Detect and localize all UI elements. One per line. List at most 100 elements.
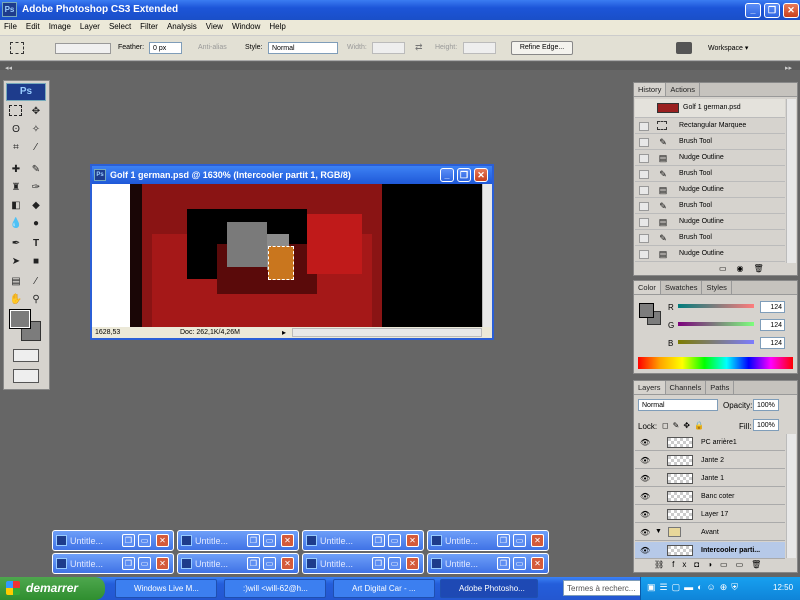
height-input[interactable] — [463, 42, 496, 54]
path-selection-icon[interactable]: ➤ — [8, 255, 24, 269]
notes-tool-icon[interactable]: ▤ — [8, 275, 24, 289]
eye-icon[interactable]: 👁 — [640, 456, 650, 465]
history-item[interactable]: ▤ Nudge Outline — [635, 247, 785, 262]
history-snapshot[interactable]: Golf 1 german.psd — [635, 99, 785, 118]
menu-filter[interactable]: Filter — [136, 20, 163, 31]
history-item[interactable]: ▤ Nudge Outline — [635, 183, 785, 198]
eye-icon[interactable]: 👁 — [640, 492, 650, 501]
eye-icon[interactable]: 👁 — [640, 510, 650, 519]
foreground-color-swatch[interactable] — [9, 309, 31, 329]
refine-edge-button[interactable]: Refine Edge... — [511, 41, 573, 55]
task-photoshop[interactable]: Adobe Photosho... — [440, 579, 538, 598]
history-item[interactable]: Rectangular Marquee — [635, 119, 785, 134]
brush-tool-icon[interactable]: ✎ — [28, 163, 44, 177]
eraser-tool-icon[interactable]: ◧ — [8, 199, 24, 213]
menu-help[interactable]: Help — [265, 20, 290, 31]
tab-color[interactable]: Color — [634, 281, 661, 294]
r-slider[interactable] — [678, 304, 754, 308]
history-scrollbar[interactable] — [786, 99, 796, 263]
tab-layers[interactable]: Layers — [634, 381, 666, 394]
quick-mask-icon[interactable] — [13, 349, 39, 362]
tab-history[interactable]: History — [634, 83, 667, 96]
layer-row[interactable]: 👁 Layer 17 — [635, 506, 785, 523]
doc-minimize-button[interactable]: _ — [440, 168, 454, 182]
blur-tool-icon[interactable]: 💧 — [8, 217, 24, 231]
feather-input[interactable]: 0 px — [149, 42, 182, 54]
tab-styles[interactable]: Styles — [702, 281, 732, 294]
status-menu-arrow-icon[interactable]: ▸ — [282, 328, 286, 337]
vertical-scrollbar[interactable] — [482, 184, 492, 327]
history-item[interactable]: ✎ Brush Tool — [635, 199, 785, 214]
magic-wand-icon[interactable]: ✧ — [28, 123, 44, 137]
eye-icon[interactable]: 👁 — [640, 474, 650, 483]
start-button[interactable]: demarrer — [0, 577, 105, 600]
layer-group-row[interactable]: 👁 ▼ Avant — [635, 524, 785, 541]
minimized-document[interactable]: Untitle... ❐ ▭ ✕ — [302, 553, 424, 574]
lock-icons[interactable]: ◻✎✥🔒 — [662, 421, 708, 430]
eye-icon[interactable]: 👁 — [640, 546, 650, 555]
color-spectrum-bar[interactable] — [638, 357, 793, 369]
blend-mode-select[interactable]: Normal — [638, 399, 718, 411]
b-input[interactable]: 124 — [760, 337, 785, 349]
history-item[interactable]: ▤ Nudge Outline — [635, 215, 785, 230]
eye-icon[interactable]: 👁 — [640, 438, 650, 447]
dodge-tool-icon[interactable]: ● — [28, 217, 44, 231]
eye-icon[interactable]: 👁 — [640, 528, 650, 537]
zoom-tool-icon[interactable]: ⚲ — [28, 293, 44, 307]
menu-window[interactable]: Window — [228, 20, 265, 31]
screen-mode-icon[interactable] — [13, 369, 39, 383]
menu-layer[interactable]: Layer — [76, 20, 105, 31]
task-windows-live[interactable]: Windows Live M... — [115, 579, 217, 598]
menu-edit[interactable]: Edit — [22, 20, 45, 31]
taskbar-search-input[interactable]: Termes à recherc... — [563, 580, 643, 596]
zoom-level[interactable]: 1628,53 — [95, 329, 120, 336]
history-item[interactable]: ▤ Nudge Outline — [635, 151, 785, 166]
history-footer-icons[interactable]: ▭◉🗑 — [719, 264, 774, 273]
slice-tool-icon[interactable]: ⁄ — [28, 141, 44, 155]
layer-row[interactable]: 👁 Jante 2 — [635, 452, 785, 469]
menu-file[interactable]: File — [0, 20, 22, 31]
tray-icons[interactable]: ▣☰▢▬◐☺⊕⛨ — [647, 582, 742, 593]
minimized-document[interactable]: Untitle... ❐ ▭ ✕ — [427, 553, 549, 574]
g-input[interactable]: 124 — [760, 319, 785, 331]
minimized-document[interactable]: Untitle... ❐ ▭ ✕ — [52, 553, 174, 574]
workspace-menu[interactable]: Workspace ▾ — [708, 44, 748, 52]
antialias-checkbox[interactable]: Anti-alias — [198, 44, 227, 51]
history-item[interactable]: ✎ Brush Tool — [635, 135, 785, 150]
b-slider[interactable] — [678, 340, 754, 344]
maximize-button[interactable]: ❐ — [764, 3, 780, 18]
marquee-tool-icon[interactable] — [9, 105, 22, 116]
minimized-document[interactable]: Untitle... ❐ ▭ ✕ — [427, 530, 549, 551]
collapse-left-icon[interactable]: ◂◂ — [5, 64, 12, 72]
menu-select[interactable]: Select — [105, 20, 136, 31]
layer-row-selected[interactable]: 👁 Intercooler parti... — [635, 542, 785, 559]
tab-channels[interactable]: Channels — [666, 381, 707, 394]
crop-tool-icon[interactable]: ⌗ — [8, 141, 24, 155]
layers-footer-icons[interactable]: ⛓fx◘◑▭▭🗑 — [654, 560, 769, 569]
minimize-button[interactable]: _ — [745, 3, 761, 18]
minimized-document[interactable]: Untitle... ❐ ▭ ✕ — [302, 530, 424, 551]
minimized-document[interactable]: Untitle... ❐ ▭ ✕ — [177, 530, 299, 551]
style-select[interactable]: Normal — [268, 42, 338, 54]
minimized-document[interactable]: Untitle... ❐ ▭ ✕ — [52, 530, 174, 551]
marquee-tool-icon[interactable] — [10, 42, 24, 54]
hand-tool-icon[interactable]: ✋ — [8, 293, 24, 307]
lasso-tool-icon[interactable]: ʘ — [8, 123, 24, 137]
shape-tool-icon[interactable]: ■ — [28, 255, 44, 269]
close-button[interactable]: ✕ — [783, 3, 799, 18]
history-item[interactable]: ✎ Brush Tool — [635, 167, 785, 182]
opacity-input[interactable]: 100% — [753, 399, 779, 411]
tab-paths[interactable]: Paths — [706, 381, 735, 394]
tab-actions[interactable]: Actions — [666, 83, 700, 96]
g-slider[interactable] — [678, 322, 754, 326]
r-input[interactable]: 124 — [760, 301, 785, 313]
layer-row[interactable]: 👁 PC arrière1 — [635, 434, 785, 451]
paint-bucket-icon[interactable]: ◆ — [28, 199, 44, 213]
move-tool-icon[interactable]: ✥ — [28, 105, 44, 119]
swap-icon[interactable]: ⇄ — [415, 42, 423, 53]
history-item[interactable]: ✎ Brush Tool — [635, 231, 785, 246]
fill-input[interactable]: 100% — [753, 419, 779, 431]
minimized-document[interactable]: Untitle... ❐ ▭ ✕ — [177, 553, 299, 574]
layers-scrollbar[interactable] — [786, 434, 796, 558]
doc-info[interactable]: Doc: 262,1K/4,26M — [180, 329, 240, 336]
